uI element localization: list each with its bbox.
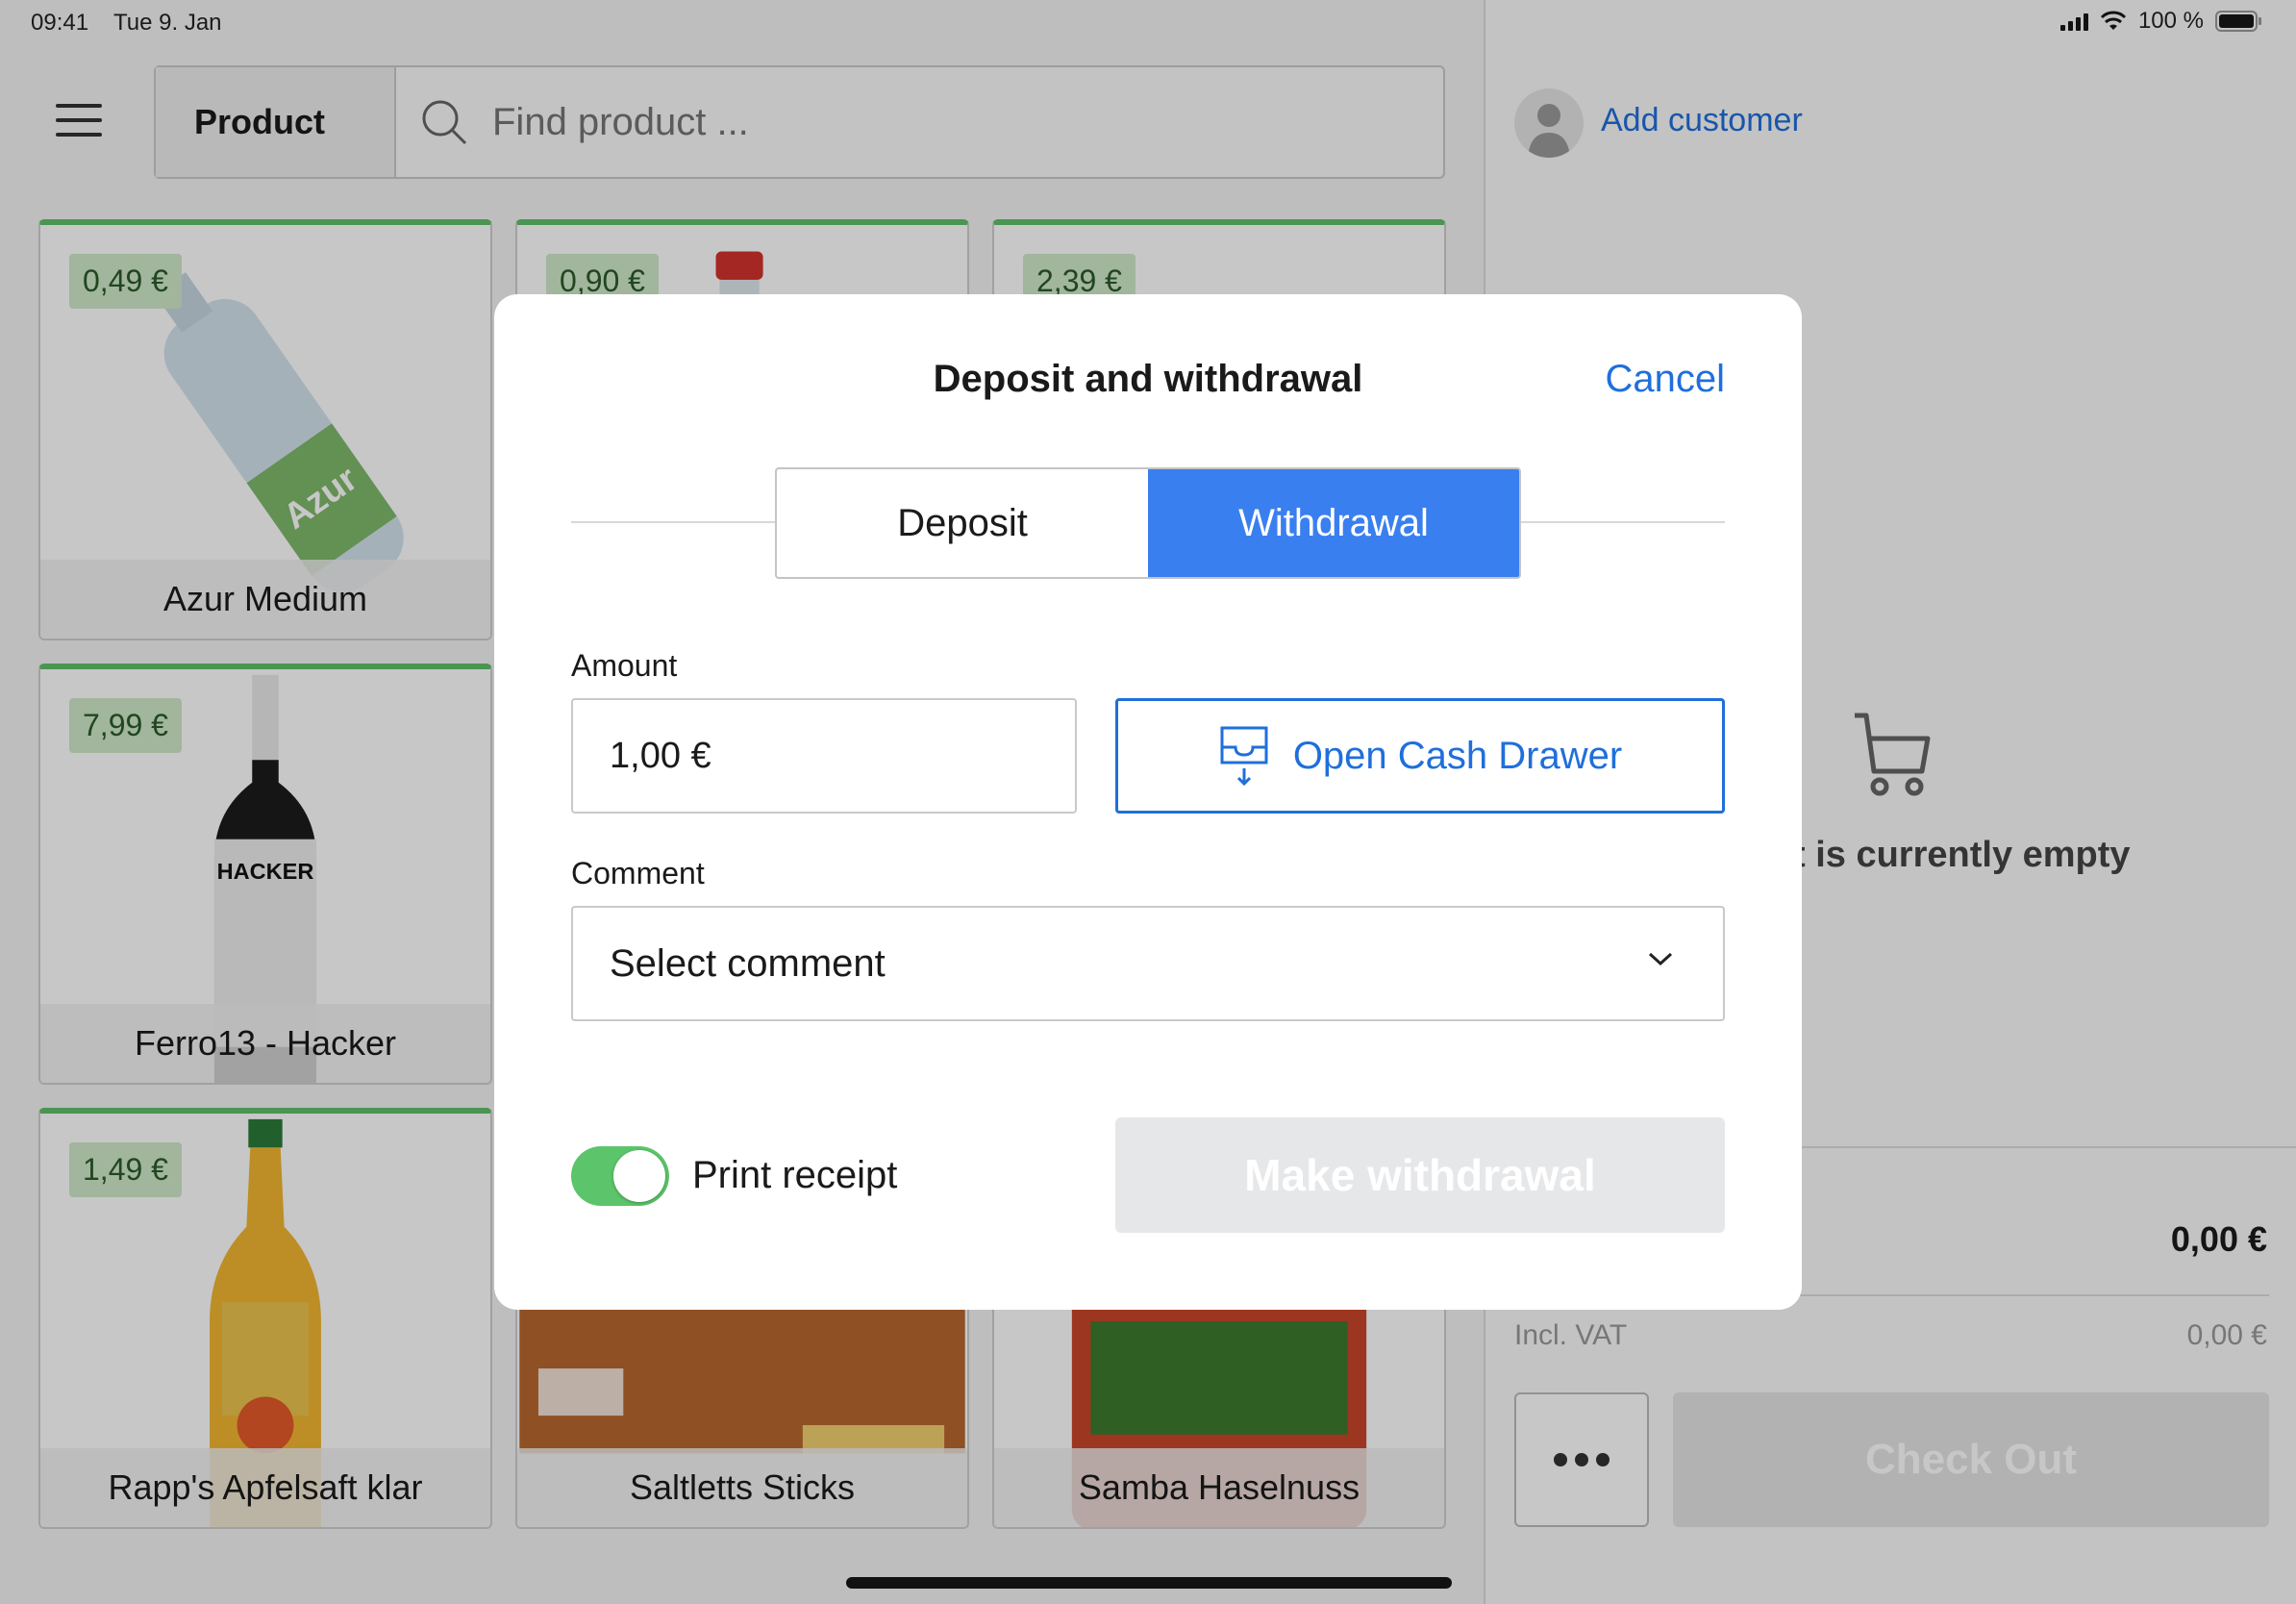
status-date: Tue 9. Jan [113,10,222,36]
status-right: 100 % [2059,8,2263,35]
battery-icon [2215,11,2261,32]
open-cash-drawer-button[interactable]: Open Cash Drawer [1115,698,1725,814]
amount-label: Amount [571,648,678,683]
toggle-knob [613,1150,665,1202]
wifi-icon [2100,11,2126,30]
amount-field[interactable]: 1,00 € [571,698,1077,814]
print-receipt-toggle[interactable] [571,1146,669,1206]
cancel-button[interactable]: Cancel [1605,358,1725,401]
home-indicator[interactable] [846,1577,1452,1589]
comment-select[interactable]: Select comment [571,906,1725,1021]
open-cash-drawer-label: Open Cash Drawer [1292,734,1623,777]
chevron-down-icon [1648,952,1673,966]
tab-withdrawal[interactable]: Withdrawal [1148,469,1519,577]
battery-percent: 100 % [2137,8,2204,34]
status-bar: 09:41 Tue 9. Jan 100 % [0,0,2296,44]
make-withdrawal-button[interactable]: Make withdrawal [1115,1117,1725,1233]
cash-drawer-icon [1220,726,1268,787]
status-time: 09:41 [31,10,89,36]
comment-select-value: Select comment [610,941,886,985]
tab-deposit[interactable]: Deposit [777,469,1148,577]
print-receipt-label: Print receipt [692,1154,898,1196]
mode-segmented-control: Deposit Withdrawal [775,467,1521,579]
deposit-withdrawal-dialog: Deposit and withdrawal Cancel Deposit Wi… [494,294,1802,1310]
comment-label: Comment [571,856,705,890]
cellular-signal-icon [2059,12,2088,31]
